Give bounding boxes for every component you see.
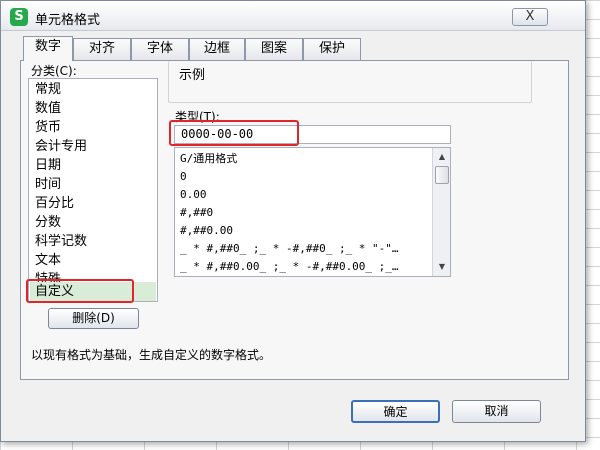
format-item[interactable]: 0	[180, 167, 430, 186]
category-item-number[interactable]: 数值	[30, 99, 156, 118]
format-item[interactable]: #,##0.00	[180, 221, 430, 240]
format-list-scrollbar[interactable]: ▲ ▼	[432, 148, 450, 276]
format-cells-dialog: S 单元格格式 X 数字 对齐 字体 边框 图案 保护 分类(C): 常规 数值…	[0, 0, 586, 442]
category-item-accounting[interactable]: 会计专用	[30, 137, 156, 156]
category-item-general[interactable]: 常规	[30, 80, 156, 99]
category-item-date[interactable]: 日期	[30, 156, 156, 175]
tab-alignment[interactable]: 对齐	[73, 38, 131, 60]
type-highlight-box	[169, 120, 299, 146]
scroll-up-icon[interactable]: ▲	[434, 149, 450, 165]
tab-pattern[interactable]: 图案	[245, 38, 303, 60]
format-code-list[interactable]: G/通用格式 0 0.00 #,##0 #,##0.00 _ * #,##0_ …	[174, 147, 451, 277]
scroll-down-icon[interactable]: ▼	[434, 259, 450, 275]
category-item-text[interactable]: 文本	[30, 251, 156, 270]
category-item-scientific[interactable]: 科学记数	[30, 232, 156, 251]
tab-protection[interactable]: 保护	[303, 38, 361, 60]
scroll-thumb[interactable]	[435, 166, 449, 184]
format-item[interactable]: #,##0	[180, 203, 430, 222]
tab-number[interactable]: 数字	[23, 36, 73, 61]
dialog-title: 单元格格式	[35, 13, 101, 28]
format-item[interactable]: 0.00	[180, 185, 430, 204]
tab-font[interactable]: 字体	[131, 38, 189, 60]
custom-highlight-box	[26, 279, 134, 303]
format-description: 以现有格式为基础，生成自定义的数字格式。	[31, 348, 272, 362]
format-item[interactable]: G/通用格式	[180, 149, 430, 168]
category-item-fraction[interactable]: 分数	[30, 213, 156, 232]
wps-logo-icon: S	[10, 8, 28, 26]
format-item[interactable]: _ * #,##0.00_ ;_ * -#,##0.00_ ;_…	[180, 257, 430, 276]
category-list[interactable]: 常规 数值 货币 会计专用 日期 时间 百分比 分数 科学记数 文本 特殊 自定…	[28, 78, 158, 302]
sample-preview	[175, 81, 527, 99]
category-item-percentage[interactable]: 百分比	[30, 194, 156, 213]
close-button[interactable]: X	[512, 8, 548, 26]
category-item-time[interactable]: 时间	[30, 175, 156, 194]
ok-button[interactable]: 确定	[351, 400, 440, 423]
title-bar[interactable]: S 单元格格式 X	[1, 1, 585, 31]
category-label: 分类(C):	[31, 64, 77, 78]
category-item-currency[interactable]: 货币	[30, 118, 156, 137]
delete-button[interactable]: 删除(D)	[48, 308, 139, 329]
cancel-button[interactable]: 取消	[452, 400, 541, 423]
tab-border[interactable]: 边框	[189, 38, 245, 60]
format-item[interactable]: _ * #,##0_ ;_ * -#,##0_ ;_ * "-"…	[180, 239, 430, 258]
